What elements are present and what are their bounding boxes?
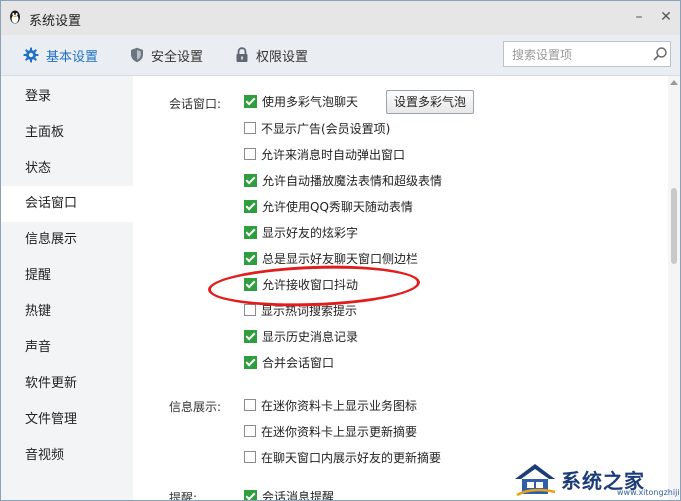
lock-icon xyxy=(236,47,248,62)
tab-label: 安全设置 xyxy=(151,49,204,65)
option-hide-ads[interactable]: 不显示广告(会员设置项) xyxy=(244,119,390,137)
sidebar-item-status[interactable]: 状态 xyxy=(1,151,133,187)
sidebar-item-file-management[interactable]: 文件管理 xyxy=(1,402,133,438)
option-qq-show-emoji[interactable]: 允许使用QQ秀聊天随动表情 xyxy=(244,197,413,215)
section-label-reminder: 提醒: xyxy=(169,491,198,501)
option-label: 在迷你资料卡上显示更新摘要 xyxy=(261,424,418,439)
search-input[interactable] xyxy=(510,46,646,64)
option-mini-card-icons[interactable]: 在迷你资料卡上显示业务图标 xyxy=(244,396,417,414)
checkbox[interactable] xyxy=(244,399,256,411)
tab-basic-settings[interactable]: 基本设置 xyxy=(23,35,98,75)
window-title: 系统设置 xyxy=(29,14,82,29)
settings-content: 会话窗口: 设置多彩气泡 使用多彩气泡聊天 不显示广告(会员设置项) 允许来消息… xyxy=(133,76,668,500)
qq-penguin-icon xyxy=(10,10,20,24)
tab-security-settings[interactable]: 安全设置 xyxy=(130,35,203,75)
checkbox[interactable] xyxy=(244,225,257,239)
sidebar-item-main-panel[interactable]: 主面板 xyxy=(1,115,133,151)
sidebar-item-hotkeys[interactable]: 热键 xyxy=(1,294,133,330)
search-box[interactable] xyxy=(503,41,671,67)
option-colorful-text[interactable]: 显示好友的炫彩字 xyxy=(244,223,358,241)
watermark: 系统之家 www.xitongzhijia.net xyxy=(513,457,680,500)
option-label: 在聊天窗口内展示好友的更新摘要 xyxy=(261,450,442,465)
checkbox[interactable] xyxy=(244,277,257,291)
checkbox[interactable] xyxy=(244,304,256,316)
sidebar-item-reminder[interactable]: 提醒 xyxy=(1,258,133,294)
checkbox[interactable] xyxy=(244,451,256,463)
option-label: 显示热词搜索提示 xyxy=(261,303,358,318)
checkbox[interactable] xyxy=(244,148,256,160)
option-hot-word-hint[interactable]: 显示热词搜索提示 xyxy=(244,301,357,319)
sidebar-item-sound[interactable]: 声音 xyxy=(1,330,133,366)
scroll-up-arrow-icon[interactable] xyxy=(670,80,678,85)
option-label: 合并会话窗口 xyxy=(262,355,335,370)
tab-label: 权限设置 xyxy=(256,49,309,65)
option-history-record[interactable]: 显示历史消息记录 xyxy=(244,327,358,345)
option-colorful-bubble[interactable]: 使用多彩气泡聊天 xyxy=(244,92,358,110)
option-label: 允许自动播放魔法表情和超级表情 xyxy=(262,173,443,188)
scroll-thumb[interactable] xyxy=(671,188,677,264)
option-window-shake[interactable]: 允许接收窗口抖动 xyxy=(244,275,358,293)
sidebar-item-audio-video[interactable]: 音视频 xyxy=(1,438,133,474)
settings-tabbar: 基本设置 安全设置 权限设置 xyxy=(1,35,680,76)
option-chat-window-summary[interactable]: 在聊天窗口内展示好友的更新摘要 xyxy=(244,448,441,466)
settings-sidebar: 登录 主面板 状态 会话窗口 信息展示 提醒 热键 声音 软件更新 文件管理 音… xyxy=(1,76,133,500)
option-autoplay-magic-emoji[interactable]: 允许自动播放魔法表情和超级表情 xyxy=(244,171,442,189)
set-colorful-bubble-button[interactable]: 设置多彩气泡 xyxy=(386,90,475,114)
section-label-info-display: 信息展示: xyxy=(169,400,222,414)
option-label: 允许来消息时自动弹出窗口 xyxy=(261,147,406,162)
checkbox[interactable] xyxy=(244,122,256,134)
checkbox[interactable] xyxy=(244,251,257,265)
sidebar-item-info-display[interactable]: 信息展示 xyxy=(1,222,133,258)
checkbox[interactable] xyxy=(244,489,257,500)
option-label: 会话消息提醒 xyxy=(262,489,335,501)
settings-window: 系统设置 – ✕ 基本设置 安全设置 权限设置 搜索设置项 登录 主面板 状态 … xyxy=(0,0,681,501)
option-show-sidebar[interactable]: 总是显示好友聊天窗口侧边栏 xyxy=(244,249,418,267)
option-message-reminder[interactable]: 会话消息提醒 xyxy=(244,487,335,501)
option-merge-windows[interactable]: 合并会话窗口 xyxy=(244,353,334,371)
checkbox[interactable] xyxy=(244,355,257,369)
checkbox[interactable] xyxy=(244,94,257,108)
checkbox[interactable] xyxy=(244,329,257,343)
section-label-chat-window: 会话窗口: xyxy=(169,97,222,111)
option-mini-card-summary[interactable]: 在迷你资料卡上显示更新摘要 xyxy=(244,422,417,440)
checkbox[interactable] xyxy=(244,173,257,187)
option-label: 总是显示好友聊天窗口侧边栏 xyxy=(262,251,419,266)
title-bar: 系统设置 – ✕ xyxy=(1,1,680,35)
minimize-button[interactable]: – xyxy=(629,7,649,27)
sidebar-item-software-update[interactable]: 软件更新 xyxy=(1,366,133,402)
checkbox[interactable] xyxy=(244,199,257,213)
tab-permission-settings[interactable]: 权限设置 xyxy=(235,35,308,75)
option-auto-popup[interactable]: 允许来消息时自动弹出窗口 xyxy=(244,145,405,163)
tab-label: 基本设置 xyxy=(46,49,99,65)
search-icon[interactable] xyxy=(652,46,668,62)
option-label: 不显示广告(会员设置项) xyxy=(261,121,391,136)
sidebar-item-chat-window[interactable]: 会话窗口 xyxy=(1,186,133,222)
option-label: 允许使用QQ秀聊天随动表情 xyxy=(262,199,413,214)
watermark-url: www.xitongzhijia.net xyxy=(617,488,680,497)
sidebar-item-login[interactable]: 登录 xyxy=(1,79,133,115)
option-label: 允许接收窗口抖动 xyxy=(262,277,359,292)
checkbox[interactable] xyxy=(244,425,256,437)
option-label: 显示好友的炫彩字 xyxy=(262,225,359,240)
close-button[interactable]: ✕ xyxy=(656,7,676,27)
house-logo-icon xyxy=(515,464,556,497)
option-label: 在迷你资料卡上显示业务图标 xyxy=(261,398,418,413)
vertical-scrollbar[interactable] xyxy=(668,76,680,500)
gear-icon xyxy=(23,47,39,63)
option-label: 显示历史消息记录 xyxy=(262,329,359,344)
shield-icon xyxy=(131,47,143,63)
option-label: 使用多彩气泡聊天 xyxy=(262,94,359,109)
